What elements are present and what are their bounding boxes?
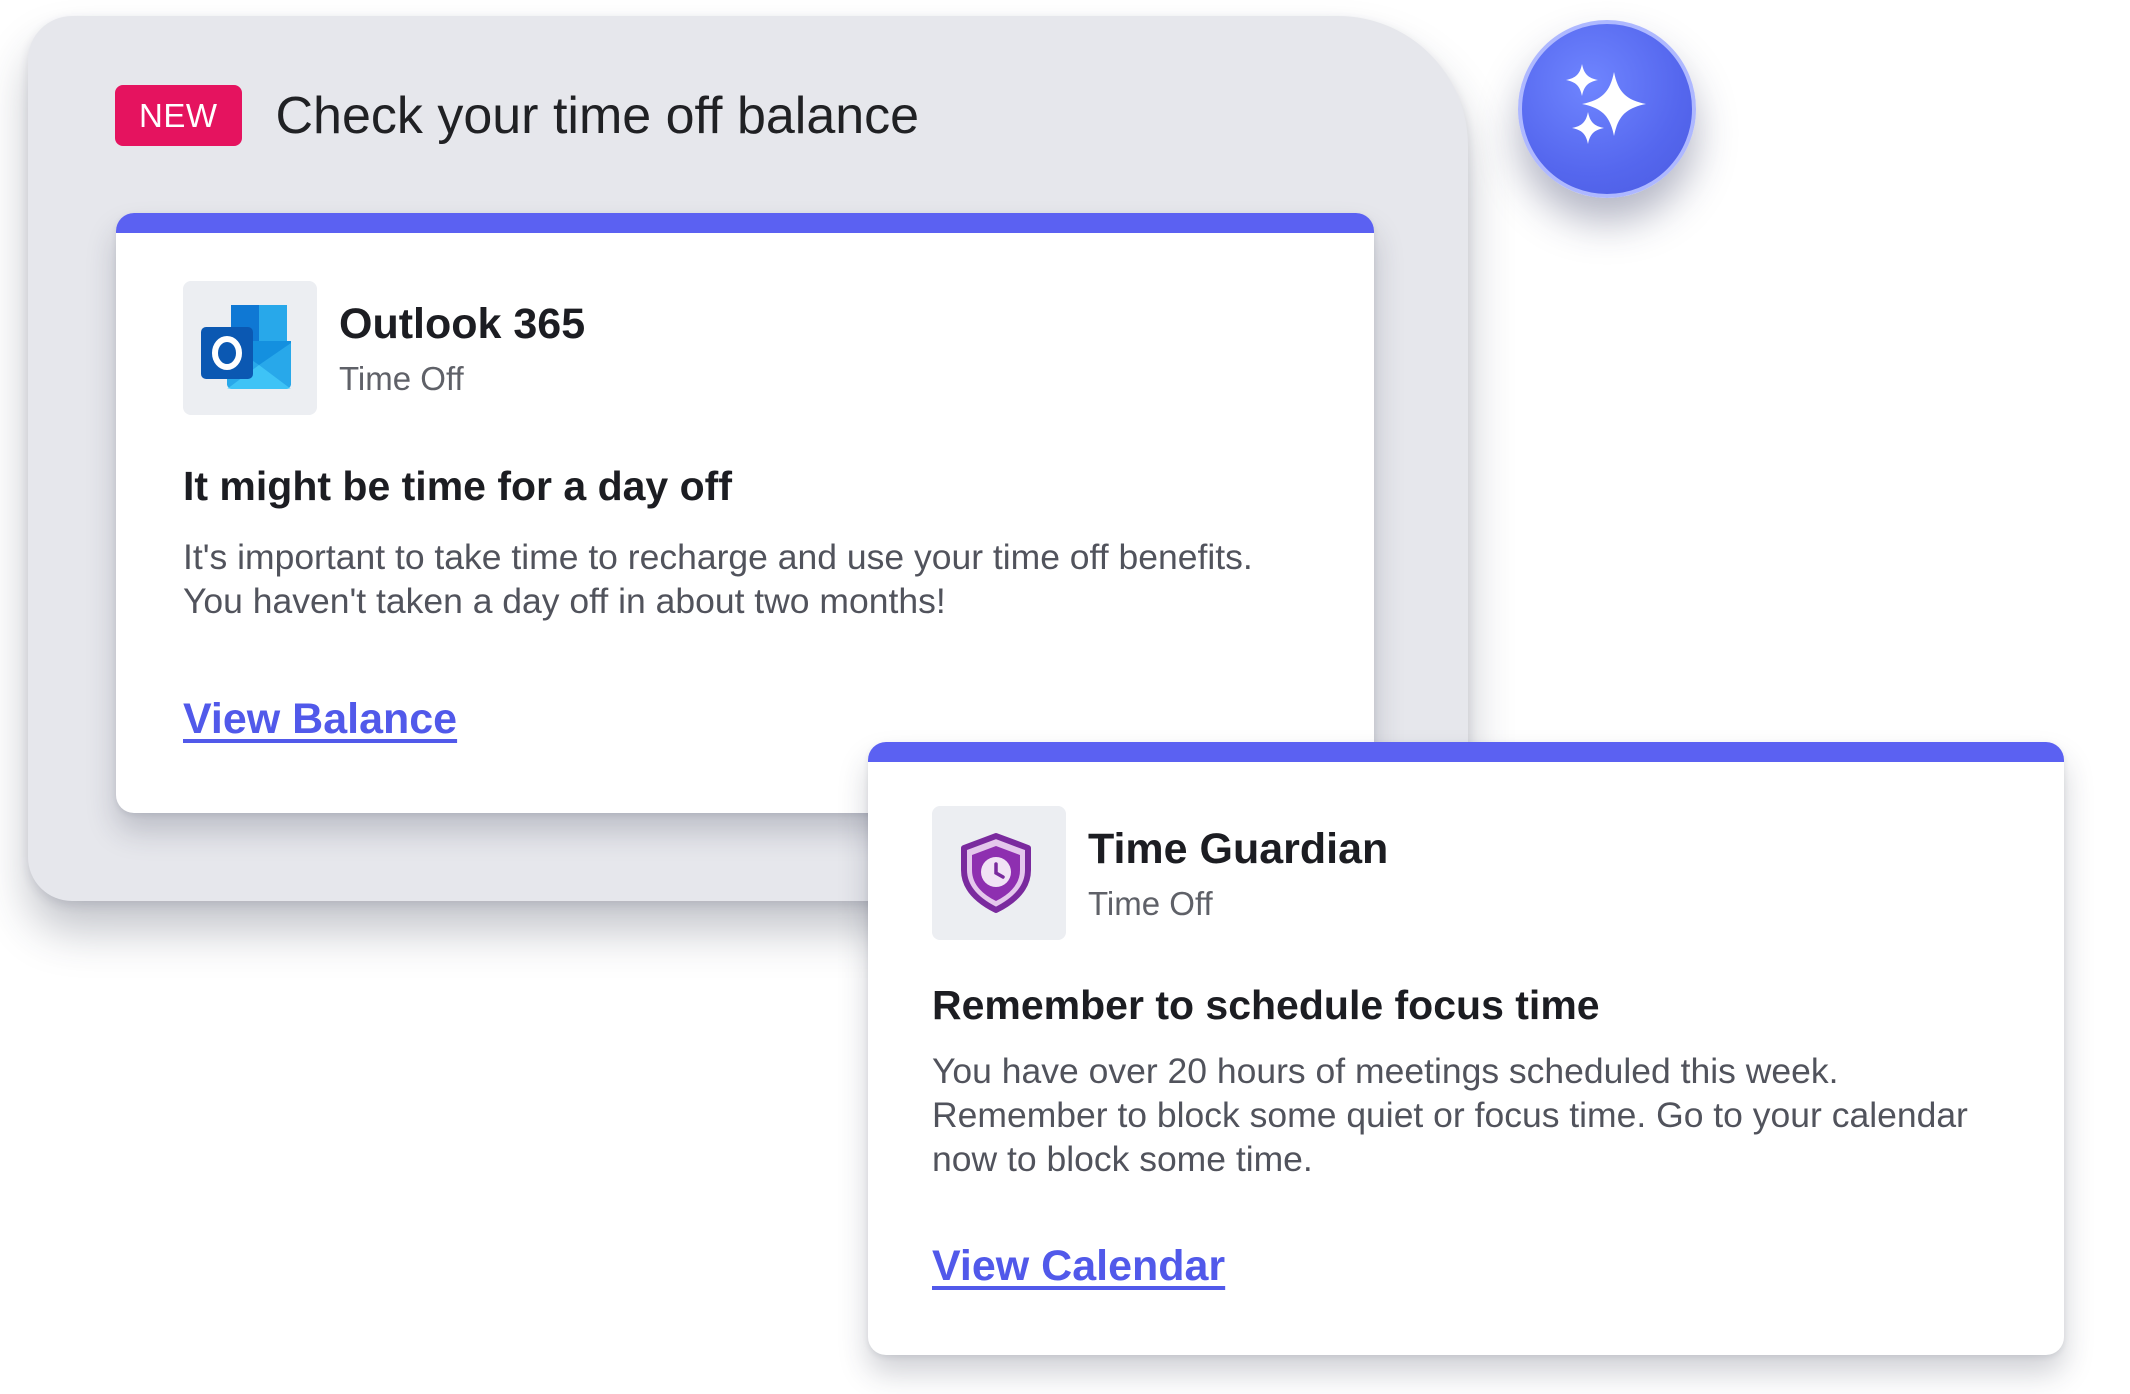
- card-headline: Remember to schedule focus time: [932, 982, 1600, 1028]
- view-calendar-link[interactable]: View Calendar: [932, 1245, 1225, 1288]
- ai-spark-button[interactable]: [1518, 20, 1696, 198]
- panel-title: Check your time off balance: [275, 86, 920, 145]
- app-text: Time Guardian Time Off: [1088, 824, 1389, 923]
- view-balance-link[interactable]: View Balance: [183, 698, 457, 741]
- card-body: It's important to take time to recharge …: [183, 537, 1253, 621]
- card-headline: It might be time for a day off: [183, 463, 732, 509]
- time-guardian-card: Time Guardian Time Off Remember to sched…: [868, 742, 2064, 1355]
- app-header: Outlook 365 Time Off: [183, 281, 585, 415]
- stage: NEW Check your time off balance Outlook …: [0, 0, 2130, 1394]
- panel-header: NEW Check your time off balance: [115, 85, 919, 146]
- card-accent-bar: [868, 742, 2064, 762]
- app-name: Time Guardian: [1088, 824, 1389, 873]
- app-category: Time Off: [339, 360, 464, 398]
- outlook-icon: [201, 305, 291, 389]
- card-body: You have over 20 hours of meetings sched…: [932, 1051, 1968, 1179]
- app-tile: [183, 281, 317, 415]
- card-accent-bar: [116, 213, 1374, 233]
- outlook-time-off-card: Outlook 365 Time Off It might be time fo…: [116, 213, 1374, 813]
- app-category: Time Off: [1088, 885, 1213, 923]
- app-text: Outlook 365 Time Off: [339, 299, 586, 398]
- sparkles-icon: [1566, 64, 1646, 144]
- shield-clock-icon: [961, 833, 1031, 913]
- app-header: Time Guardian Time Off: [932, 806, 1388, 940]
- new-badge: NEW: [115, 85, 242, 146]
- app-tile: [932, 806, 1066, 940]
- app-name: Outlook 365: [339, 299, 586, 348]
